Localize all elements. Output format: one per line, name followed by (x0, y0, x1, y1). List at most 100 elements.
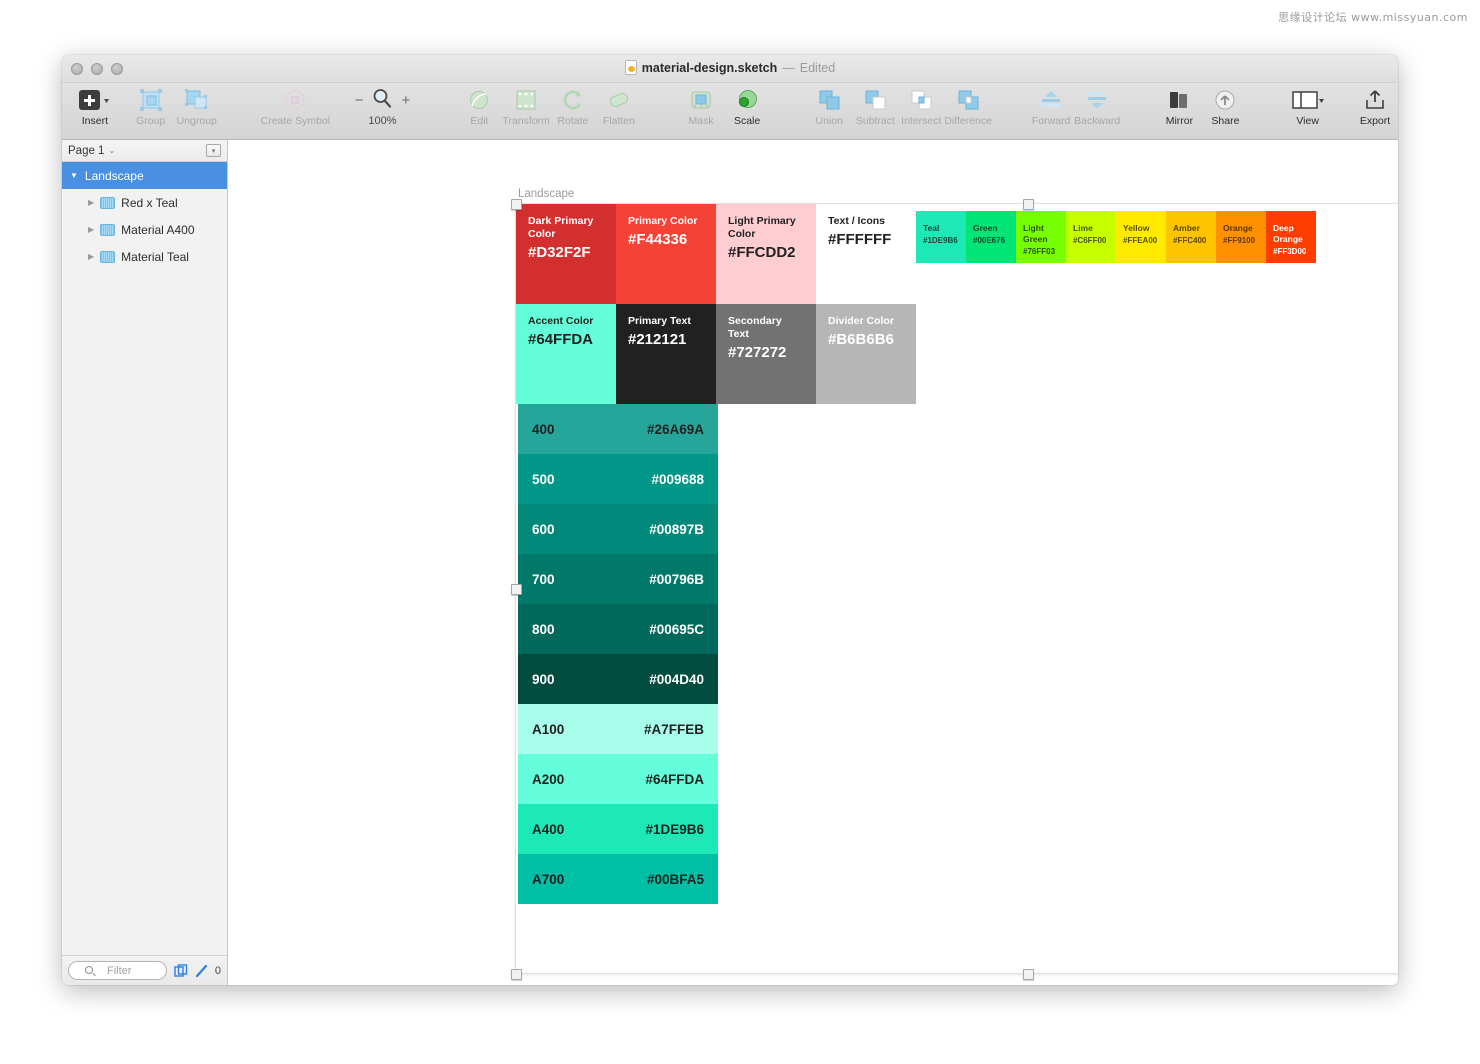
swatch-accent-color[interactable]: Accent Color #64FFDA (516, 304, 616, 404)
toolbar-button-forward[interactable]: Forward (1028, 83, 1074, 127)
scale-row-a400[interactable]: A400 #1DE9B6 (518, 804, 718, 854)
disclosure-triangle-icon[interactable]: ▶ (88, 252, 94, 261)
toolbar-button-insert[interactable]: Insert (72, 83, 118, 127)
filter-options-icon[interactable]: ▾ (206, 144, 221, 157)
toolbar-button-flatten[interactable]: Flatten (596, 83, 642, 127)
toolbar-button-mask[interactable]: Mask (678, 83, 724, 127)
create-symbol-icon (282, 87, 308, 113)
scale-row-900[interactable]: 900 #004D40 (518, 654, 718, 704)
toolbar-label: Insert (81, 115, 108, 127)
swatch-light-primary-color[interactable]: Light Primary Color #FFCDD2 (716, 204, 816, 304)
swatch-name: Amber (1173, 223, 1200, 233)
scale-row-500[interactable]: 500 #009688 (518, 454, 718, 504)
selection-handle-top-left[interactable] (511, 199, 522, 210)
plus-square-icon (78, 87, 112, 113)
mini-swatch-yellow[interactable]: Yellow #FFEA00 (1116, 211, 1166, 263)
toolbar-button-transform[interactable]: Transform (502, 83, 550, 127)
toolbar-button-intersect[interactable]: Intersect (898, 83, 944, 127)
zoom-control[interactable]: − + 100% (345, 83, 421, 127)
filter-input[interactable]: Filter (68, 961, 167, 980)
page-selector[interactable]: Page 1 ⌄ (68, 145, 115, 157)
mini-swatch-deep-orange[interactable]: Deep Orange #FF3D00 (1266, 211, 1316, 263)
mini-swatch-orange[interactable]: Orange #FF9100 (1216, 211, 1266, 263)
disclosure-triangle-icon[interactable]: ▶ (88, 198, 94, 207)
mini-swatch-amber[interactable]: Amber #FFC400 (1166, 211, 1216, 263)
swatch-divider-color[interactable]: Divider Color #B6B6B6 (816, 304, 916, 404)
pen-icon[interactable] (195, 964, 208, 978)
toolbar-button-rotate[interactable]: Rotate (550, 83, 596, 127)
mask-icon (688, 87, 714, 113)
document-title: material-design.sketch — Edited (62, 60, 1398, 75)
selection-handle-bottom-center[interactable] (1023, 969, 1034, 980)
export-icon (1362, 87, 1388, 113)
toolbar-button-edit[interactable]: Edit (456, 83, 502, 127)
toolbar-button-export[interactable]: Export (1352, 83, 1398, 127)
layer-row-material-a400[interactable]: ▶ Material A400 (62, 216, 227, 243)
mini-swatch-light-green[interactable]: Light Green #76FF03 (1016, 211, 1066, 263)
scale-row-a100[interactable]: A100 #A7FFEB (518, 704, 718, 754)
scale-hex: #00BFA5 (646, 871, 704, 887)
scale-row-800[interactable]: 800 #00695C (518, 604, 718, 654)
mini-swatch-lime[interactable]: Lime #C6FF00 (1066, 211, 1116, 263)
canvas[interactable]: Landscape Dark Primary Color #D32F2F Pri… (228, 140, 1398, 985)
filter-bar: Filter 0 (62, 955, 227, 985)
zoom-out-button[interactable]: − (355, 92, 364, 109)
sketch-file-icon (624, 60, 637, 75)
toolbar-label: Scale (733, 115, 761, 127)
zoom-in-button[interactable]: + (401, 92, 410, 109)
toolbar-button-create-symbol[interactable]: Create Symbol (256, 83, 335, 127)
swatch-name: Light Green (1023, 223, 1048, 244)
scale-row-a700[interactable]: A700 #00BFA5 (518, 854, 718, 904)
swatch-primary-text[interactable]: Primary Text #212121 (616, 304, 716, 404)
mirror-icon (1166, 87, 1192, 113)
toolbar: Insert Group Ungroup Create Symbol − + 1… (62, 83, 1398, 140)
scale-row-700[interactable]: 700 #00796B (518, 554, 718, 604)
layers-sidebar: Page 1 ⌄ ▾ ▼ Landscape ▶ Red x Teal ▶ Ma… (62, 140, 228, 985)
selection-handle-bottom-left[interactable] (511, 969, 522, 980)
toolbar-button-backward[interactable]: Backward (1074, 83, 1120, 127)
toolbar-button-subtract[interactable]: Subtract (852, 83, 898, 127)
toolbar-button-scale[interactable]: Scale (724, 83, 770, 127)
search-icon (85, 966, 93, 974)
swatch-text-icons[interactable]: Text / Icons #FFFFFF (816, 204, 916, 304)
layer-row-landscape[interactable]: ▼ Landscape (62, 162, 227, 189)
scale-row-600[interactable]: 600 #00897B (518, 504, 718, 554)
swatch-primary-color[interactable]: Primary Color #F44336 (616, 204, 716, 304)
magnifier-icon[interactable] (372, 88, 392, 112)
artboard-landscape[interactable]: Dark Primary Color #D32F2F Primary Color… (515, 203, 1398, 974)
artboard-name-label[interactable]: Landscape (518, 188, 574, 200)
toolbar-button-view[interactable]: View (1285, 83, 1331, 127)
swatch-dark-primary-color[interactable]: Dark Primary Color #D32F2F (516, 204, 616, 304)
selection-handle-middle-left[interactable] (511, 584, 522, 595)
toolbar-button-mirror[interactable]: Mirror (1156, 83, 1202, 127)
backward-icon (1084, 87, 1110, 113)
toolbar-button-union[interactable]: Union (806, 83, 852, 127)
toolbar-button-share[interactable]: Share (1202, 83, 1248, 127)
disclosure-triangle-icon[interactable]: ▶ (88, 225, 94, 234)
layer-row-red-x-teal[interactable]: ▶ Red x Teal (62, 189, 227, 216)
duplicate-icon[interactable] (174, 963, 188, 978)
toolbar-button-group[interactable]: Group (128, 83, 174, 127)
rotate-icon (560, 87, 586, 113)
scale-row-400[interactable]: 400 #26A69A (518, 404, 718, 454)
layer-list: ▼ Landscape ▶ Red x Teal ▶ Material A400… (62, 162, 227, 955)
page-selector-bar: Page 1 ⌄ ▾ (62, 140, 227, 162)
toolbar-button-ungroup[interactable]: Ungroup (174, 83, 220, 127)
share-cloud-icon (1212, 87, 1238, 113)
swatch-name: Deep Orange (1273, 223, 1303, 244)
subtract-icon (862, 87, 888, 113)
swatch-hex: #F44336 (628, 231, 688, 248)
scale-row-a200[interactable]: A200 #64FFDA (518, 754, 718, 804)
swatch-hex: #C6FF00 (1073, 236, 1107, 245)
mini-swatch-teal[interactable]: Teal #1DE9B6 (916, 211, 966, 263)
mini-swatch-green[interactable]: Green #00E676 (966, 211, 1016, 263)
swatch-hex: #D32F2F (528, 244, 591, 261)
selection-handle-top-center[interactable] (1023, 199, 1034, 210)
scale-step: 800 (532, 621, 555, 637)
swatch-secondary-text[interactable]: Secondary Text #727272 (716, 304, 816, 404)
swatch-hex: #FFEA00 (1123, 236, 1158, 245)
toolbar-button-difference[interactable]: Difference (944, 83, 992, 127)
layer-row-material-teal[interactable]: ▶ Material Teal (62, 243, 227, 270)
scale-step: 400 (532, 421, 555, 437)
disclosure-triangle-icon[interactable]: ▼ (70, 171, 78, 180)
